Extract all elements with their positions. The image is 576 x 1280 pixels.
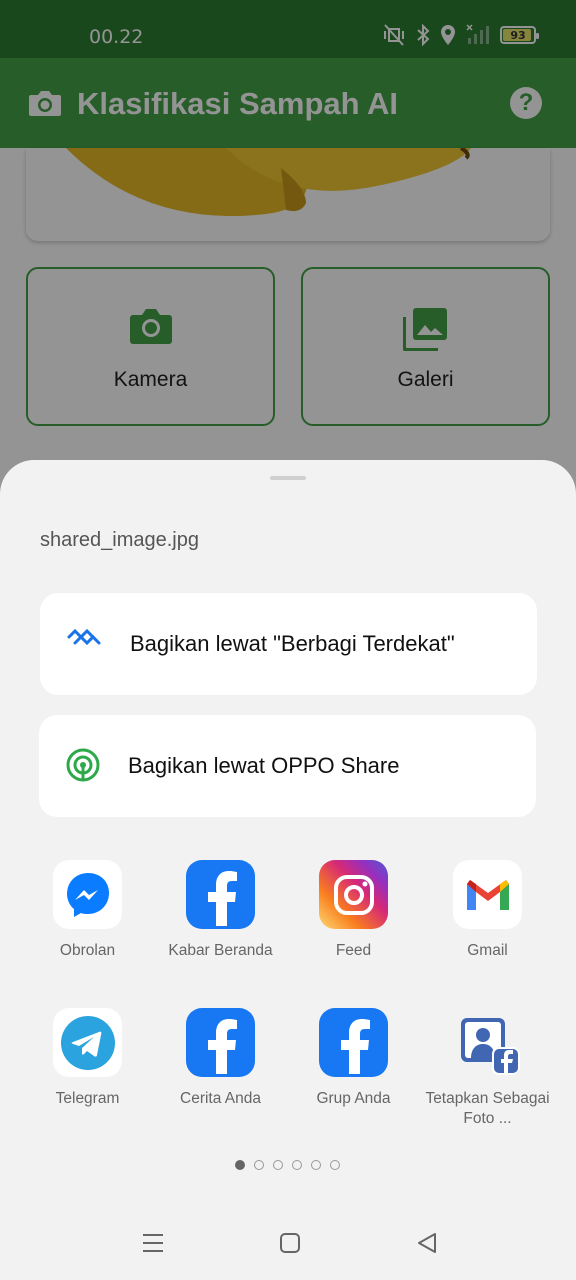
facebook-icon	[186, 1008, 255, 1077]
page-dot[interactable]	[254, 1160, 264, 1170]
nearby-share-label: Bagikan lewat "Berbagi Terdekat"	[130, 631, 455, 656]
app-label: Cerita Anda	[180, 1090, 261, 1107]
back-nav-icon[interactable]	[416, 1232, 438, 1254]
app-label: Gmail	[467, 942, 508, 959]
page-dot-active[interactable]	[235, 1160, 245, 1170]
menu-nav-icon[interactable]	[142, 1232, 164, 1254]
page-indicator	[235, 1160, 340, 1170]
facebook-icon	[186, 860, 255, 929]
app-facebook-feed[interactable]: Kabar Beranda	[154, 860, 287, 961]
page-dot[interactable]	[292, 1160, 302, 1170]
app-label: Obrolan	[59, 942, 116, 959]
page-dot[interactable]	[330, 1160, 340, 1170]
oppo-share-icon	[66, 748, 100, 782]
telegram-icon	[53, 1008, 122, 1077]
app-telegram[interactable]: Telegram	[21, 1008, 154, 1109]
oppo-share-label: Bagikan lewat OPPO Share	[128, 753, 400, 778]
app-instagram[interactable]: Feed	[287, 860, 420, 961]
navigation-bar	[0, 1220, 576, 1280]
app-messenger[interactable]: Obrolan	[21, 860, 154, 961]
instagram-icon	[319, 860, 388, 929]
app-label: Tetapkan Sebagai Foto ...	[425, 1090, 550, 1127]
app-facebook-profile-photo[interactable]: Tetapkan Sebagai Foto ...	[421, 1008, 554, 1129]
facebook-icon	[319, 1008, 388, 1077]
messenger-icon	[53, 860, 122, 929]
app-label: Grup Anda	[316, 1090, 391, 1107]
facebook-profile-icon	[453, 1008, 522, 1077]
app-gmail[interactable]: Gmail	[421, 860, 554, 961]
app-facebook-group[interactable]: Grup Anda	[287, 1008, 420, 1109]
app-label: Feed	[335, 942, 372, 959]
share-filename: shared_image.jpg	[40, 529, 199, 551]
nearby-share-icon	[67, 628, 101, 646]
drag-handle[interactable]	[270, 476, 306, 480]
nearby-share-option[interactable]: Bagikan lewat "Berbagi Terdekat"	[40, 593, 537, 695]
app-label: Telegram	[55, 1090, 120, 1107]
page-dot[interactable]	[273, 1160, 283, 1170]
gmail-icon	[453, 860, 522, 929]
app-facebook-story[interactable]: Cerita Anda	[154, 1008, 287, 1109]
share-sheet: shared_image.jpg Bagikan lewat "Berbagi …	[0, 460, 576, 1280]
page-dot[interactable]	[311, 1160, 321, 1170]
app-label: Kabar Beranda	[168, 942, 273, 959]
home-nav-icon[interactable]	[279, 1232, 301, 1254]
oppo-share-option[interactable]: Bagikan lewat OPPO Share	[39, 715, 536, 817]
